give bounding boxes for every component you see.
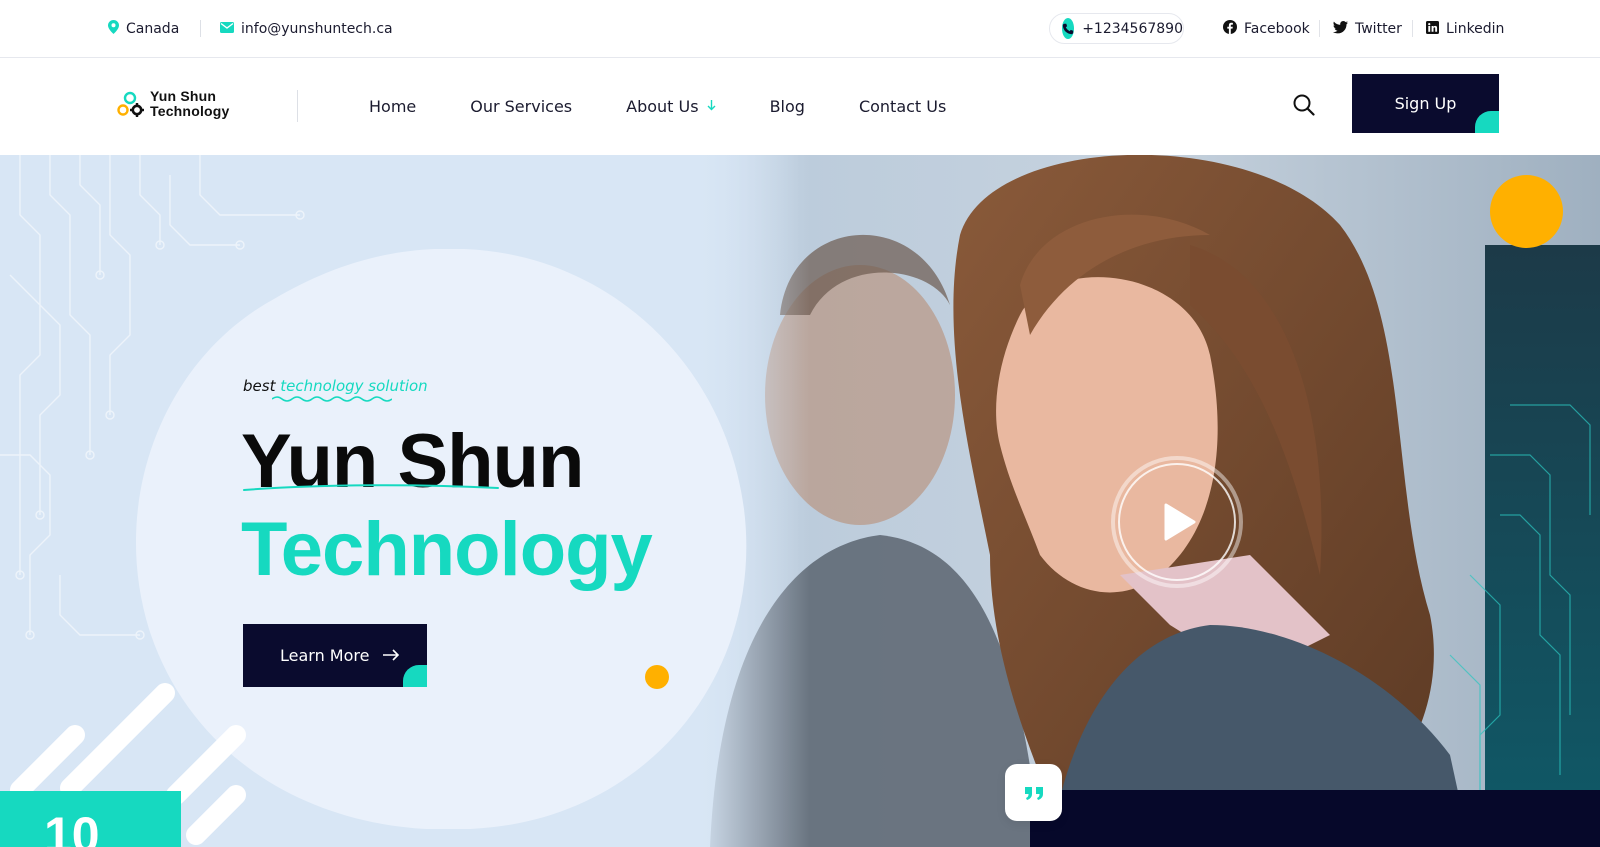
nav-item-about-us[interactable]: About Us [626,97,716,116]
main-navigation: Yun Shun Technology Home Our Services Ab… [0,58,1600,155]
location-info: Canada [108,0,179,58]
sign-up-label[interactable]: Sign Up [1395,94,1457,113]
nav-menu: Home Our Services About Us Blog Contact … [369,58,1000,155]
hero-title-line-2: Technology [241,507,653,592]
stat-counter-box: 10 [0,791,181,847]
divider [1319,20,1320,37]
learn-more-label[interactable]: Learn More [280,646,369,665]
stat-number: 10 [44,807,100,847]
hero-title-line-1: Yun Shun [241,419,584,504]
nav-item-home[interactable]: Home [369,97,416,116]
logo-gears-icon [116,88,148,120]
sign-up-button[interactable]: Sign Up [1352,74,1499,133]
email-info[interactable]: info@yunshuntech.ca [220,0,393,58]
nav-item-blog[interactable]: Blog [770,97,805,116]
logo-line-2: Technology [150,103,230,119]
tagline-prefix: best [243,377,276,395]
nav-item-contact-us[interactable]: Contact Us [859,97,946,116]
linkedin-label[interactable]: Linkedin [1446,21,1504,37]
top-bar: Canada info@yunshuntech.ca +1234567890 F… [0,0,1600,58]
testimonial-panel [1030,790,1600,847]
logo-text: Yun Shun Technology [150,89,230,119]
orange-dot-decoration [645,665,669,689]
hero-section: best technology solution Yun Shun Techno… [0,155,1600,847]
twitter-icon [1333,20,1348,38]
email-text[interactable]: info@yunshuntech.ca [241,21,393,37]
title-underline-decoration [243,484,499,491]
logo[interactable]: Yun Shun Technology [116,88,230,120]
divider [1412,20,1413,37]
location-text: Canada [126,21,180,37]
linkedin-icon [1426,20,1439,38]
orange-circle-decoration [1490,175,1563,248]
social-linkedin[interactable]: Linkedin [1426,0,1504,58]
nav-item-label[interactable]: About Us [626,97,698,116]
divider [200,20,201,37]
facebook-icon [1223,20,1237,38]
twitter-label[interactable]: Twitter [1355,21,1402,37]
nav-item-our-services[interactable]: Our Services [470,97,572,116]
accent-corner [403,665,427,687]
map-pin-icon [108,20,119,38]
hero-tagline: best technology solution [243,377,428,395]
play-video-button[interactable] [1110,455,1244,589]
squiggle-underline-decoration [272,396,392,402]
phone-pill[interactable]: +1234567890 [1049,13,1184,44]
tagline-highlight: technology solution [280,377,428,395]
phone-text[interactable]: +1234567890 [1082,21,1183,37]
arrow-right-icon [383,646,400,665]
facebook-label[interactable]: Facebook [1244,21,1310,37]
nav-item-label[interactable]: Blog [770,97,805,116]
divider [297,90,298,122]
nav-item-label[interactable]: Our Services [470,97,572,116]
quote-icon [1005,764,1062,821]
arrow-down-icon [707,99,716,114]
nav-item-label[interactable]: Home [369,97,416,116]
search-icon[interactable] [1293,94,1317,118]
accent-corner [1475,111,1499,133]
nav-item-label[interactable]: Contact Us [859,97,946,116]
phone-icon [1062,18,1075,39]
logo-line-1: Yun Shun [150,88,217,104]
mail-icon [220,21,234,37]
learn-more-button[interactable]: Learn More [243,624,427,687]
social-facebook[interactable]: Facebook [1223,0,1310,58]
social-twitter[interactable]: Twitter [1333,0,1402,58]
